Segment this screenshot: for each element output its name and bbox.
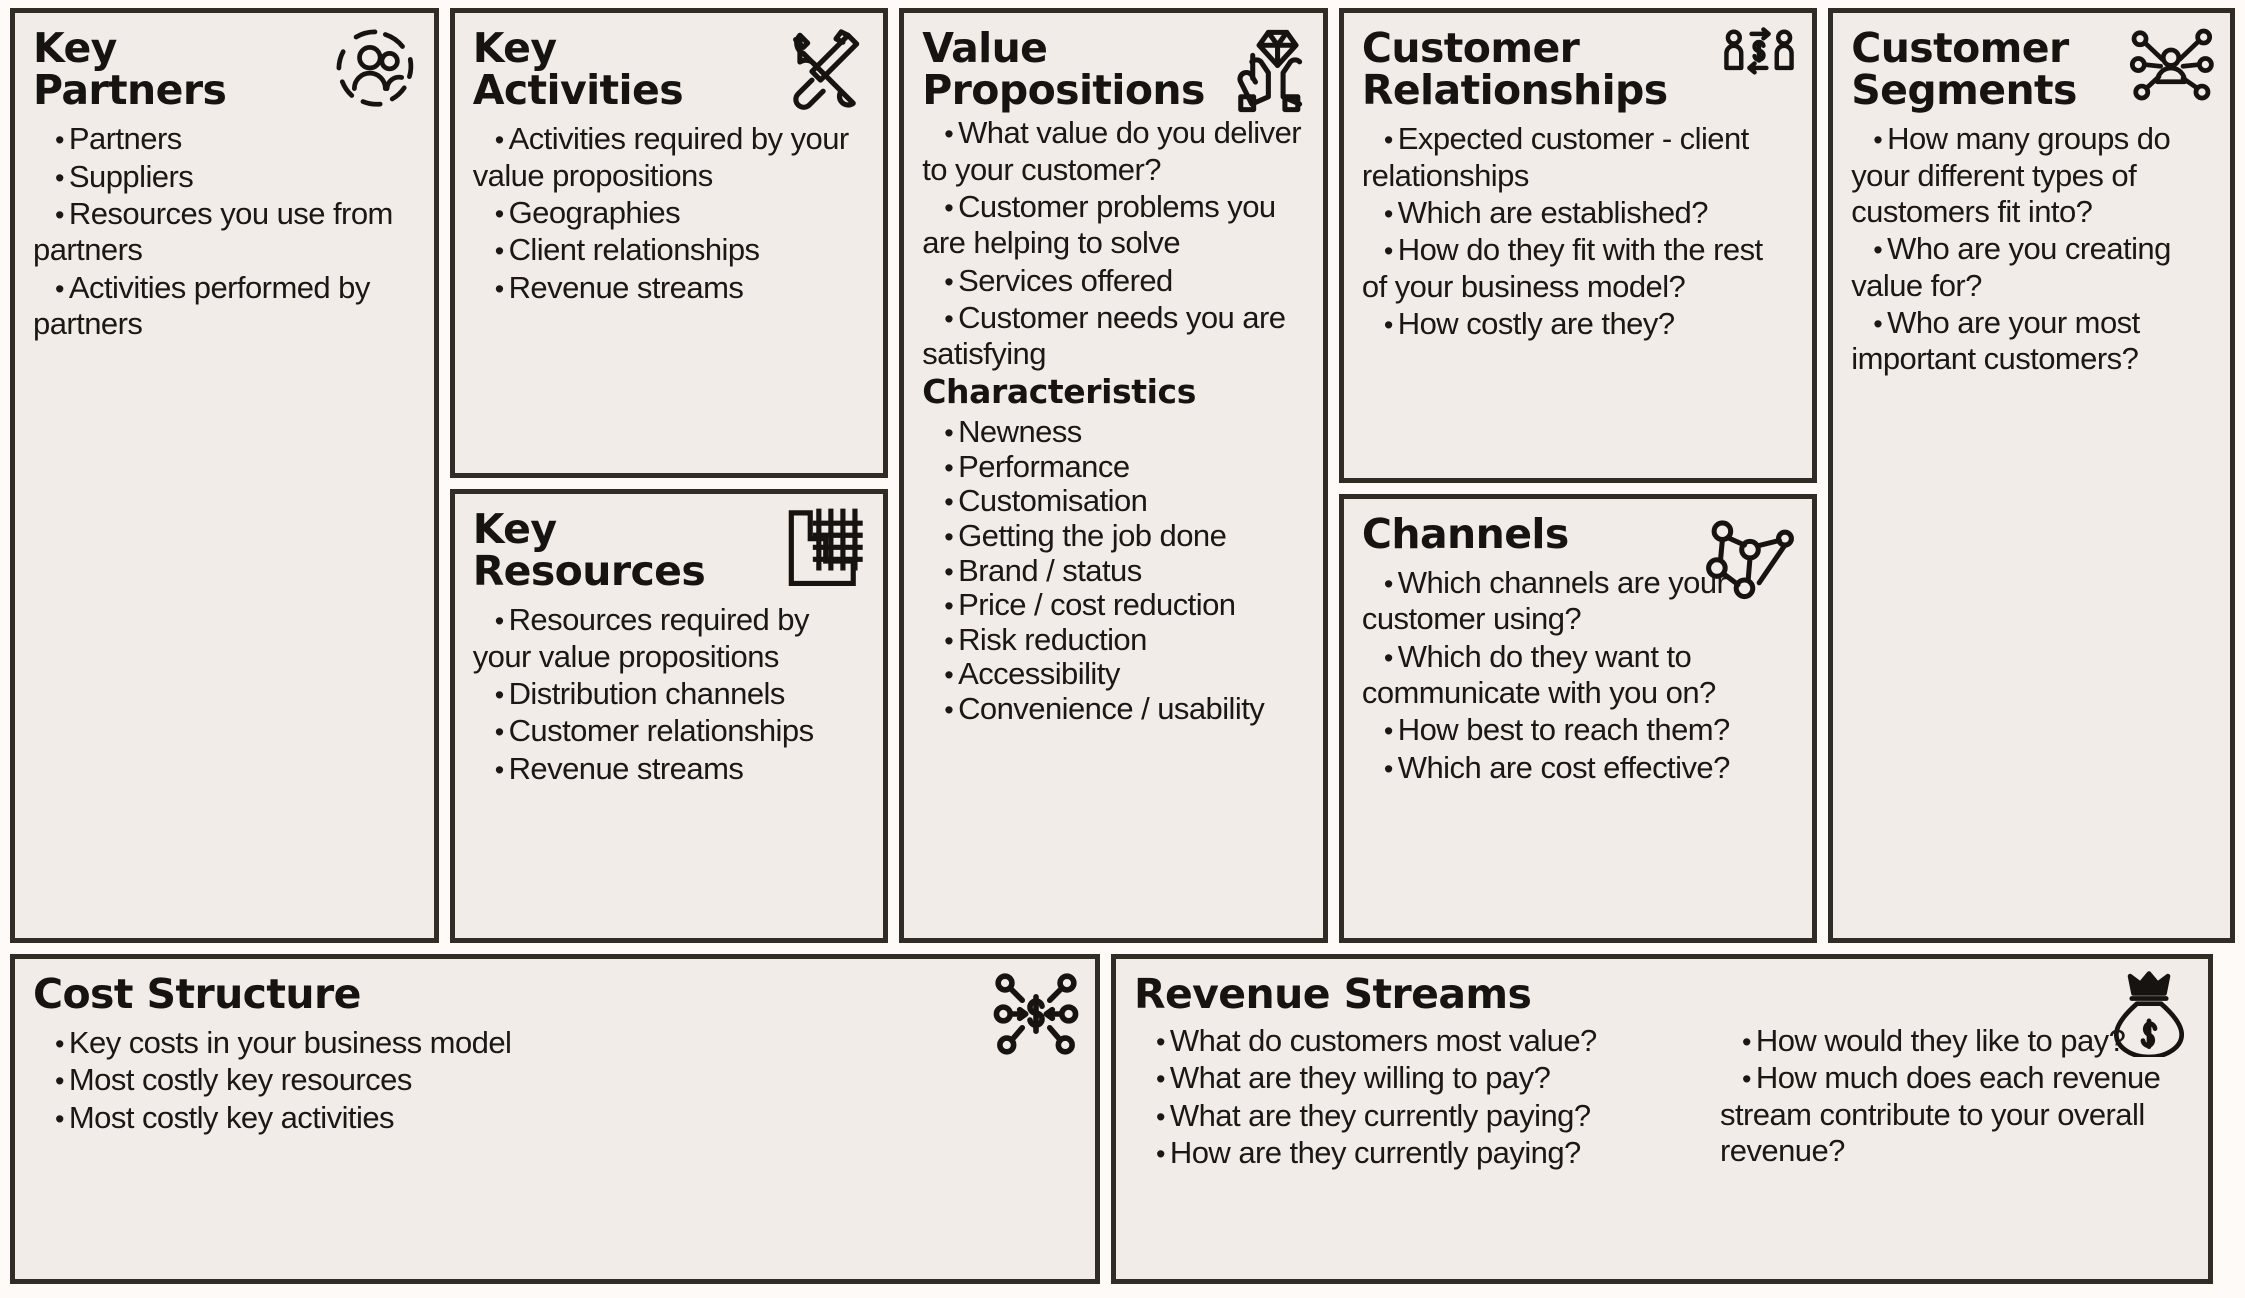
revenue-streams-list-right: How would they like to pay? How much doe… xyxy=(1720,1023,2190,1172)
list-item: Revenue streams xyxy=(473,270,866,306)
block-channels[interactable]: Channels Which channels are your custome… xyxy=(1338,494,1818,943)
list-item: Brand / status xyxy=(922,553,1305,589)
block-customer-segments[interactable]: Customer Segments How many groups do you… xyxy=(1828,8,2235,943)
cost-structure-list: Key costs in your business model Most co… xyxy=(33,1025,1077,1136)
list-item: How do they fit with the rest of your bu… xyxy=(1362,232,1794,305)
list-item: Customer relationships xyxy=(473,713,866,749)
list-item: Who are your most important customers? xyxy=(1851,305,2212,378)
list-item: Client relationships xyxy=(473,232,866,268)
canvas-top-row: Key Partners Partners Suppliers Resource… xyxy=(10,8,2235,943)
list-item: Distribution channels xyxy=(473,676,866,712)
list-item: Customer needs you are satisfying xyxy=(922,300,1305,373)
block-key-partners[interactable]: Key Partners Partners Suppliers Resource… xyxy=(10,8,439,943)
list-item: Customer problems you are helping to sol… xyxy=(922,189,1305,262)
customer-segments-list: How many groups do your different types … xyxy=(1851,121,2212,377)
crossed-wrench-and-screwdriver-icon xyxy=(781,25,867,111)
canvas-bottom-row: Cost Structure Key costs in your busines… xyxy=(10,954,2235,1284)
list-item: Resources required by your value proposi… xyxy=(473,602,866,675)
block-title: Key Partners xyxy=(33,24,227,115)
list-item: How much does each revenue stream contri… xyxy=(1720,1060,2190,1169)
list-item: How costly are they? xyxy=(1362,306,1794,342)
block-title: Value Propositions xyxy=(922,24,1205,115)
list-item: Partners xyxy=(33,121,416,157)
block-title: Customer Segments xyxy=(1851,24,2077,115)
column-relationships-channels: Customer Relationships Expected customer… xyxy=(1338,8,1818,943)
list-item: Getting the job done xyxy=(922,519,1305,554)
block-title: Key Activities xyxy=(472,24,684,115)
list-item: Customisation xyxy=(922,484,1305,519)
list-item: Geographies xyxy=(473,195,866,231)
block-title: Revenue Streams xyxy=(1134,970,1532,1018)
block-revenue-streams[interactable]: Revenue Streams What do customers most v… xyxy=(1111,954,2213,1284)
column-activities-resources: Key Activities Activities required by yo… xyxy=(449,8,889,943)
key-resources-list: Resources required by your value proposi… xyxy=(473,602,866,786)
key-partners-list: Partners Suppliers Resources you use fro… xyxy=(33,121,416,342)
block-title: Cost Structure xyxy=(33,970,361,1018)
list-item: Which channels are your customer using? xyxy=(1362,565,1794,638)
list-item: How would they like to pay? xyxy=(1720,1023,2190,1059)
block-value-propositions[interactable]: Value Propositions What value do you del… xyxy=(899,8,1328,943)
list-item: Suppliers xyxy=(33,159,416,195)
list-item: Expected customer - client relationships xyxy=(1362,121,1794,194)
list-item: How are they currently paying? xyxy=(1134,1135,1682,1171)
list-item: Who are you creating value for? xyxy=(1851,231,2212,304)
block-cost-structure[interactable]: Cost Structure Key costs in your busines… xyxy=(10,954,1100,1284)
list-item: How best to reach them? xyxy=(1362,712,1794,748)
block-title: Customer Relationships xyxy=(1361,24,1668,115)
list-item: What are they willing to pay? xyxy=(1134,1060,1682,1096)
list-item: Key costs in your business model xyxy=(33,1025,1077,1061)
factory-grid-icon xyxy=(781,506,867,592)
list-item: Activities performed by partners xyxy=(33,270,416,343)
list-item: What are they currently paying? xyxy=(1134,1098,1682,1134)
list-item: Which do they want to communicate with y… xyxy=(1362,639,1794,712)
customer-relationships-list: Expected customer - client relationships… xyxy=(1362,121,1794,342)
list-item: Activities required by your value propos… xyxy=(473,121,866,194)
two-people-exchange-money-icon xyxy=(1722,25,1796,99)
list-item: Price / cost reduction xyxy=(922,588,1305,623)
value-propositions-list: What value do you deliver to your custom… xyxy=(922,115,1305,372)
characteristics-list: Newness Performance Customisation Gettin… xyxy=(922,415,1305,726)
block-key-resources[interactable]: Key Resources Resources required by your… xyxy=(449,489,889,943)
block-customer-relationships[interactable]: Customer Relationships Expected customer… xyxy=(1338,8,1818,483)
list-item: What do customers most value? xyxy=(1134,1023,1682,1059)
revenue-streams-columns: What do customers most value? What are t… xyxy=(1134,1023,2190,1172)
list-item: Performance xyxy=(922,450,1305,485)
channels-list: Which channels are your customer using? … xyxy=(1362,565,1794,786)
list-item: Services offered xyxy=(922,263,1305,299)
list-item: Which are established? xyxy=(1362,195,1794,231)
list-item: Most costly key resources xyxy=(33,1062,1077,1098)
block-title: Channels xyxy=(1361,510,1569,558)
list-item: Most costly key activities xyxy=(33,1100,1077,1136)
list-item: Revenue streams xyxy=(473,751,866,787)
key-activities-list: Activities required by your value propos… xyxy=(473,121,866,305)
revenue-streams-list-left: What do customers most value? What are t… xyxy=(1134,1023,1682,1172)
list-item: Resources you use from partners xyxy=(33,196,416,269)
group-of-people-in-circle-icon xyxy=(332,25,418,111)
characteristics-subheading: Characteristics xyxy=(922,372,1196,412)
list-item: Convenience / usability xyxy=(922,692,1305,727)
list-item: Accessibility xyxy=(922,657,1305,692)
block-title: Key Resources xyxy=(472,505,706,596)
list-item: Newness xyxy=(922,415,1305,450)
list-item: Which are cost effective? xyxy=(1362,750,1794,786)
business-model-canvas: Key Partners Partners Suppliers Resource… xyxy=(0,0,2245,1298)
block-key-activities[interactable]: Key Activities Activities required by yo… xyxy=(449,8,889,478)
list-item: How many groups do your different types … xyxy=(1851,121,2212,230)
list-item: What value do you deliver to your custom… xyxy=(922,115,1305,188)
list-item: Risk reduction xyxy=(922,623,1305,658)
